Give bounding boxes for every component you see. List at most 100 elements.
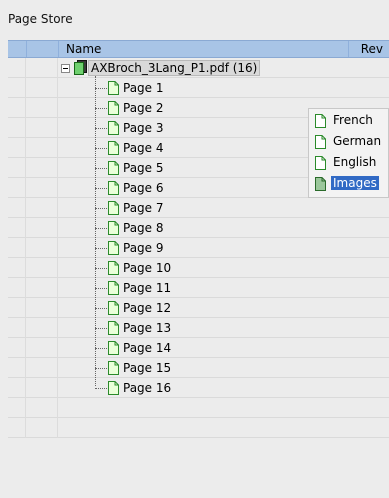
- page-icon: [108, 281, 119, 295]
- pdf-document-icon: [74, 60, 87, 75]
- page-icon: [108, 301, 119, 315]
- tree-row[interactable]: [8, 378, 389, 398]
- tree-row[interactable]: [8, 218, 389, 238]
- page-label[interactable]: Page 9: [123, 241, 164, 255]
- tree-branch-line: [95, 248, 107, 249]
- tree-branch-line: [95, 308, 107, 309]
- grid-header: Name Rev: [8, 40, 389, 58]
- text-layer-icon: [315, 135, 326, 149]
- row-gutter-2: [26, 418, 58, 438]
- panel-title: Page Store: [8, 12, 73, 26]
- page-icon: [108, 121, 119, 135]
- empty-row: [8, 418, 389, 438]
- column-header-name[interactable]: Name: [66, 42, 101, 56]
- page-label[interactable]: Page 4: [123, 141, 164, 155]
- page-store-panel: Page Store Name Rev AXBroch_3Lang_P1.pdf…: [0, 0, 389, 498]
- page-label[interactable]: Page 1: [123, 81, 164, 95]
- row-gutter-1: [8, 98, 26, 118]
- row-gutter-2: [26, 298, 58, 318]
- page-icon: [108, 141, 119, 155]
- row-gutter-1: [8, 218, 26, 238]
- row-gutter-1: [8, 78, 26, 98]
- page-icon: [108, 181, 119, 195]
- row-gutter-2: [26, 398, 58, 418]
- page-label[interactable]: Page 3: [123, 121, 164, 135]
- row-gutter-2: [26, 178, 58, 198]
- row-gutter-1: [8, 358, 26, 378]
- header-separator: [348, 41, 349, 57]
- page-icon: [108, 241, 119, 255]
- tree-row[interactable]: [8, 278, 389, 298]
- page-label[interactable]: Page 13: [123, 321, 171, 335]
- page-label[interactable]: Page 15: [123, 361, 171, 375]
- tree-branch-line: [95, 388, 107, 389]
- row-gutter-2: [26, 378, 58, 398]
- tree-row[interactable]: [8, 358, 389, 378]
- row-gutter-2: [26, 78, 58, 98]
- page-label[interactable]: Page 16: [123, 381, 171, 395]
- page-icon: [108, 101, 119, 115]
- row-gutter-2: [26, 238, 58, 258]
- layers-popup: French German English Images: [308, 108, 389, 198]
- text-layer-icon: [315, 156, 326, 170]
- layer-item-label: German: [333, 134, 382, 148]
- row-gutter-1: [8, 138, 26, 158]
- tree-branch-line: [95, 88, 107, 89]
- tree-row[interactable]: [8, 258, 389, 278]
- page-icon: [108, 381, 119, 395]
- row-gutter-2: [26, 218, 58, 238]
- tree-branch-line: [95, 168, 107, 169]
- tree-row[interactable]: [8, 298, 389, 318]
- page-label[interactable]: Page 6: [123, 181, 164, 195]
- layer-item-label: French: [333, 113, 373, 127]
- page-label[interactable]: Page 2: [123, 101, 164, 115]
- tree-branch-line: [95, 268, 107, 269]
- tree-row[interactable]: [8, 338, 389, 358]
- tree-row[interactable]: [8, 78, 389, 98]
- row-gutter-1: [8, 338, 26, 358]
- row-gutter-2: [26, 278, 58, 298]
- root-document-label[interactable]: AXBroch_3Lang_P1.pdf (16): [88, 60, 261, 76]
- page-label[interactable]: Page 11: [123, 281, 171, 295]
- empty-row: [8, 398, 389, 418]
- page-label[interactable]: Page 14: [123, 341, 171, 355]
- page-label[interactable]: Page 7: [123, 201, 164, 215]
- tree-branch-line: [95, 348, 107, 349]
- page-icon: [108, 361, 119, 375]
- column-header-rev[interactable]: Rev: [361, 42, 383, 56]
- layer-item-german[interactable]: German: [315, 133, 387, 151]
- row-gutter-2: [26, 118, 58, 138]
- page-icon: [108, 161, 119, 175]
- layer-item-label: Images: [331, 176, 379, 190]
- page-label[interactable]: Page 8: [123, 221, 164, 235]
- tree-branch-line: [95, 108, 107, 109]
- layer-item-images[interactable]: Images: [315, 175, 387, 193]
- tree-branch-line: [95, 328, 107, 329]
- tree-branch-line: [95, 368, 107, 369]
- page-icon: [108, 321, 119, 335]
- row-gutter-1: [8, 178, 26, 198]
- row-gutter-2: [26, 198, 58, 218]
- tree-branch-line: [95, 148, 107, 149]
- row-gutter-1: [8, 418, 26, 438]
- page-label[interactable]: Page 12: [123, 301, 171, 315]
- tree-row[interactable]: [8, 238, 389, 258]
- header-gutter-1: [8, 41, 27, 57]
- page-icon: [108, 341, 119, 355]
- image-layer-icon: [315, 177, 326, 191]
- page-label[interactable]: Page 10: [123, 261, 171, 275]
- tree-row[interactable]: [8, 318, 389, 338]
- row-gutter-2: [26, 358, 58, 378]
- layer-item-french[interactable]: French: [315, 112, 387, 130]
- row-gutter-1: [8, 238, 26, 258]
- row-gutter-1: [8, 318, 26, 338]
- row-gutter-2: [26, 158, 58, 178]
- layer-item-english[interactable]: English: [315, 154, 387, 172]
- page-icon: [108, 201, 119, 215]
- text-layer-icon: [315, 114, 326, 128]
- collapse-toggle-icon[interactable]: [61, 64, 70, 73]
- page-label[interactable]: Page 5: [123, 161, 164, 175]
- row-gutter-1: [8, 118, 26, 138]
- tree-row[interactable]: [8, 198, 389, 218]
- tree-connector-line: [95, 76, 96, 386]
